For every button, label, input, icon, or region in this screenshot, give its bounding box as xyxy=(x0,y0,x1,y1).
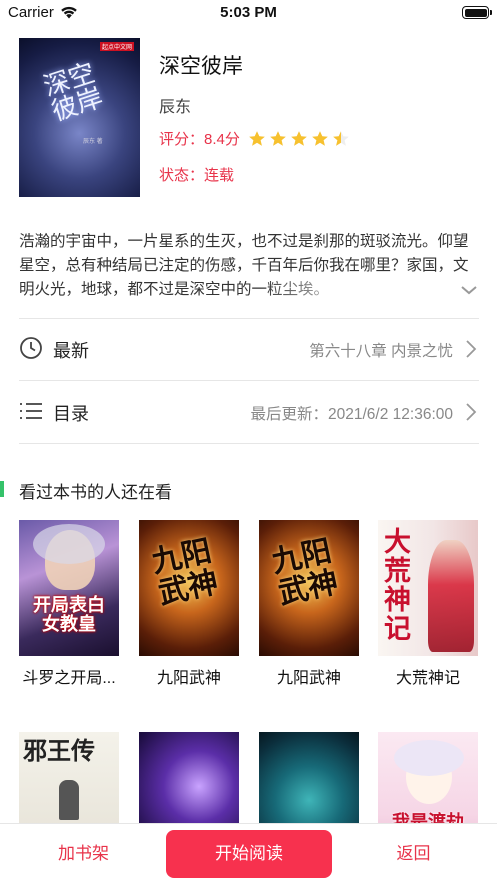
clock-icon xyxy=(20,337,42,359)
star-half-icon xyxy=(332,130,350,148)
section-title: 看过本书的人还在看 xyxy=(19,483,172,502)
chevron-right-icon xyxy=(466,340,477,358)
score-label: 评分：8.4分 xyxy=(159,131,240,148)
recommend-cover-text: 大荒神记 xyxy=(384,527,411,645)
recommend-book-title: 斗罗之开局... xyxy=(22,670,116,687)
list-icon xyxy=(20,403,42,419)
latest-label: 最新 xyxy=(53,341,89,361)
chevron-right-icon xyxy=(466,403,477,421)
recommend-book-cover[interactable]: 九阳武神 xyxy=(259,520,359,656)
recommend-cover-text: 九阳武神 xyxy=(148,533,222,612)
recommend-cover-text: 九阳武神 xyxy=(268,533,342,612)
status-time: 5:03 PM xyxy=(220,4,277,21)
recommend-book-cover[interactable]: 开局表白女教皇 xyxy=(19,520,119,656)
recommend-book-title: 九阳武神 xyxy=(276,670,341,687)
back-button[interactable]: 返回 xyxy=(356,839,471,869)
recommend-cover-text: 邪王传 xyxy=(23,736,95,765)
add-to-shelf-button[interactable]: 加书架 xyxy=(26,839,141,869)
rating-stars xyxy=(248,130,350,148)
latest-chapter-value: 第六十八章 内景之忧 xyxy=(309,343,453,360)
cover-publisher-tag: 起点中文网 xyxy=(99,42,134,51)
book-author[interactable]: 辰东 xyxy=(159,93,191,117)
star-full-icon xyxy=(248,130,266,148)
catalog-label: 目录 xyxy=(53,404,89,424)
intro-fade xyxy=(260,278,472,302)
star-full-icon xyxy=(269,130,287,148)
catalog-row[interactable]: 目录 最后更新：2021/6/2 12:36:00 xyxy=(19,381,479,443)
section-accent-bar xyxy=(0,481,4,497)
book-cover: 起点中文网 深空彼岸 辰东 著 xyxy=(19,38,140,197)
chevron-down-icon[interactable] xyxy=(459,282,479,298)
recommend-book-cover[interactable]: 大荒神记 xyxy=(378,520,478,656)
status-bar: Carrier 5:03 PM xyxy=(0,0,497,26)
recommend-cover-text: 开局表白女教皇 xyxy=(33,595,105,635)
star-full-icon xyxy=(290,130,308,148)
recommend-book-title: 大荒神记 xyxy=(395,670,460,687)
recommend-book-cover[interactable]: 九阳武神 xyxy=(139,520,239,656)
latest-chapter-row[interactable]: 最新 第六十八章 内景之忧 xyxy=(19,318,479,380)
book-score: 评分：8.4分 xyxy=(159,128,350,149)
battery-icon xyxy=(462,6,492,19)
cover-author: 辰东 著 xyxy=(83,139,103,145)
bottom-action-bar: 加书架 开始阅读 返回 xyxy=(0,823,497,883)
book-status: 状态：连载 xyxy=(159,167,235,184)
star-full-icon xyxy=(311,130,329,148)
start-reading-button[interactable]: 开始阅读 xyxy=(166,830,332,878)
last-update-value: 最后更新：2021/6/2 12:36:00 xyxy=(250,406,453,423)
book-title: 深空彼岸 xyxy=(159,55,243,78)
recommend-book-title: 九阳武神 xyxy=(156,670,221,687)
divider xyxy=(19,443,479,444)
